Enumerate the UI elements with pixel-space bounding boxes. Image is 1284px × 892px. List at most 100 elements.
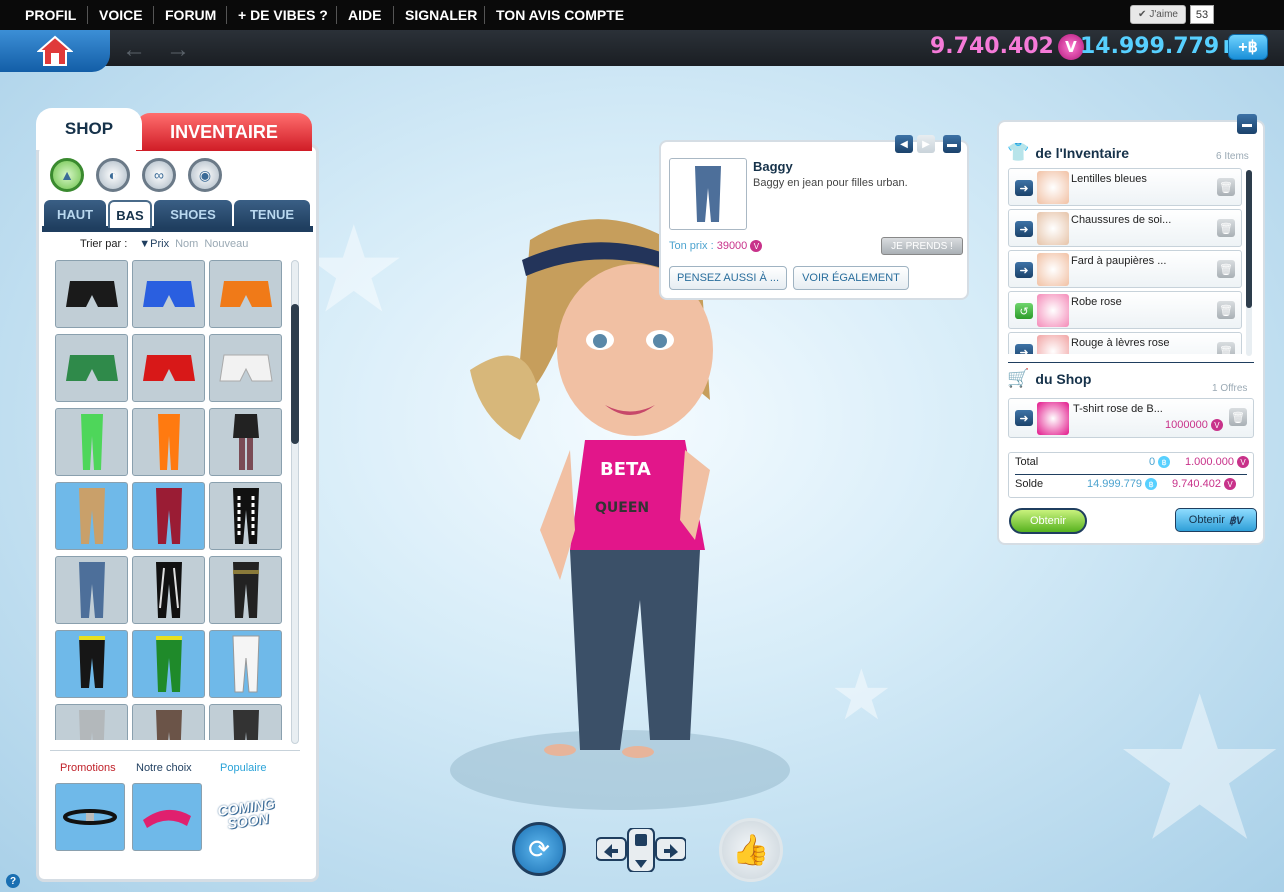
item-pants-brown[interactable] [132, 704, 205, 740]
category-hair-icon[interactable]: ◐ [96, 158, 130, 192]
rotate-button[interactable]: ⟳ [512, 822, 566, 876]
nav-voice[interactable]: VOICE [99, 0, 143, 30]
sort-name[interactable]: Nom [175, 238, 198, 250]
nav-separator [393, 6, 394, 24]
item-pants-black-belt[interactable] [209, 556, 282, 624]
coins-balance: 14.999.779฿ [1080, 34, 1237, 59]
get-coins-button[interactable]: Obtenir ฿V [1175, 508, 1257, 532]
item-shorts-white[interactable] [209, 334, 282, 402]
promo-tab-choice[interactable]: Notre choix [136, 762, 192, 774]
return-icon[interactable]: ↺ [1015, 303, 1033, 319]
forward-arrow-icon[interactable]: → [166, 36, 190, 64]
nav-profil[interactable]: PROFIL [25, 0, 76, 30]
tshirt-icon: 👕 [1007, 142, 1030, 162]
tab-shop[interactable]: SHOP [36, 108, 142, 150]
arrow-right-icon[interactable]: ➜ [1015, 410, 1033, 426]
item-info-popup: ◀ ▶ ▬ Baggy Baggy en jean pour filles ur… [659, 135, 969, 300]
item-pants-black-shiny[interactable] [132, 556, 205, 624]
item-pants-green[interactable] [132, 630, 205, 698]
promo-tab-popular[interactable]: Populaire [220, 762, 266, 774]
item-pants-beige[interactable] [55, 482, 128, 550]
item-grid-scroll-thumb[interactable] [291, 304, 299, 444]
nav-forum[interactable]: FORUM [165, 0, 216, 30]
item-shorts-black[interactable] [55, 260, 128, 328]
back-arrow-icon[interactable]: ← [122, 36, 146, 64]
trash-icon[interactable]: 🗑 [1217, 260, 1235, 278]
item-price: 1000000 V [1165, 419, 1223, 432]
nav-more-vibes[interactable]: + DE VIBES ? [238, 0, 328, 30]
sort-price[interactable]: ▼Prix [139, 238, 169, 250]
subtab-haut[interactable]: HAUT [44, 200, 106, 228]
trash-icon[interactable]: 🗑 [1217, 219, 1235, 237]
item-pants-grey[interactable] [55, 704, 128, 740]
trash-icon[interactable]: 🗑 [1217, 342, 1235, 354]
subtab-bas[interactable]: BAS [108, 200, 152, 228]
sort-new[interactable]: Nouveau [204, 238, 248, 250]
list-item[interactable]: ➜ Rouge à lèvres rose 🗑 [1008, 332, 1242, 354]
category-face-icon[interactable]: ◉ [188, 158, 222, 192]
list-item[interactable]: ➜ Lentilles bleues 🗑 [1008, 168, 1242, 206]
shop-count: 1 Offres [1212, 383, 1248, 394]
item-pants-dark[interactable] [209, 704, 282, 740]
item-leggings-orange[interactable] [132, 408, 205, 476]
list-item[interactable]: ➜ Chaussures de soi... 🗑 [1008, 209, 1242, 247]
minimize-icon[interactable]: ▬ [1237, 114, 1257, 134]
next-item-icon[interactable]: ▶ [917, 135, 935, 153]
item-shorts-red[interactable] [132, 334, 205, 402]
item-jeans-blue[interactable] [55, 556, 128, 624]
item-pants-white[interactable] [209, 630, 282, 698]
list-item[interactable]: ↺ Robe rose 🗑 [1008, 291, 1242, 329]
inventory-count: 6 Items [1216, 151, 1249, 162]
category-accessories-icon[interactable]: ∞ [142, 158, 176, 192]
trash-icon[interactable]: 🗑 [1229, 408, 1247, 426]
item-shorts-orange[interactable] [209, 260, 282, 328]
nav-separator [153, 6, 154, 24]
nav-signaler[interactable]: SIGNALER [405, 0, 477, 30]
item-capri-black[interactable] [55, 630, 128, 698]
minimize-icon[interactable]: ▬ [943, 135, 961, 153]
get-vibes-button[interactable]: Obtenir [1009, 508, 1087, 534]
price-value: 39000 [716, 240, 748, 252]
subtab-shoes[interactable]: SHOES [154, 200, 232, 228]
house-icon [37, 35, 73, 66]
like-count: 53 [1190, 5, 1214, 24]
like-thumb-button[interactable]: 👍 [719, 818, 783, 882]
arrow-right-icon[interactable]: ➜ [1015, 221, 1033, 237]
balance-label: Solde [1015, 478, 1044, 490]
arrow-right-icon[interactable]: ➜ [1015, 180, 1033, 196]
item-leggings-green[interactable] [55, 408, 128, 476]
trash-icon[interactable]: 🗑 [1217, 178, 1235, 196]
promo-item-belt[interactable] [55, 783, 125, 851]
item-skirt-black[interactable] [209, 408, 282, 476]
list-item[interactable]: ➜ T-shirt rose de B... 1000000 V 🗑 [1008, 398, 1254, 438]
vibes-icon: V [1224, 478, 1236, 491]
help-icon[interactable]: ? [6, 874, 20, 888]
promo-tab-promotions[interactable]: Promotions [60, 762, 116, 774]
promo-item-bandana[interactable] [132, 783, 202, 851]
subtab-tenue[interactable]: TENUE [234, 200, 310, 228]
see-also-button[interactable]: VOIR ÉGALEMENT [793, 266, 909, 290]
nav-separator [336, 6, 337, 24]
inventory-scroll-thumb[interactable] [1246, 170, 1252, 308]
home-button[interactable] [0, 30, 110, 72]
also-think-button[interactable]: PENSEZ AUSSI À ... [669, 266, 787, 290]
prev-item-icon[interactable]: ◀ [895, 135, 913, 153]
item-shorts-blue[interactable] [132, 260, 205, 328]
arrow-right-icon[interactable]: ➜ [1015, 262, 1033, 278]
nav-aide[interactable]: AIDE [348, 0, 381, 30]
like-button[interactable]: ✔ J'aime [1130, 5, 1186, 24]
trash-icon[interactable]: 🗑 [1217, 301, 1235, 319]
nav-feedback[interactable]: TON AVIS COMPTE [496, 0, 624, 30]
item-shorts-green[interactable] [55, 334, 128, 402]
tab-inventory[interactable]: INVENTAIRE [136, 113, 312, 151]
item-pants-skeleton[interactable] [209, 482, 282, 550]
take-button[interactable]: JE PRENDS ! [881, 237, 963, 255]
arrow-right-icon[interactable]: ➜ [1015, 344, 1033, 354]
list-item[interactable]: ➜ Fard à paupières ... 🗑 [1008, 250, 1242, 288]
total-coins: 0 ฿ [1149, 456, 1171, 469]
coins-icon: ฿V [1228, 514, 1244, 527]
total-vibes-value: 1.000.000 [1185, 456, 1234, 468]
category-clothing-icon[interactable]: ▲ [50, 158, 84, 192]
item-pants-burgundy[interactable] [132, 482, 205, 550]
add-coins-button[interactable]: +฿ [1228, 34, 1268, 60]
